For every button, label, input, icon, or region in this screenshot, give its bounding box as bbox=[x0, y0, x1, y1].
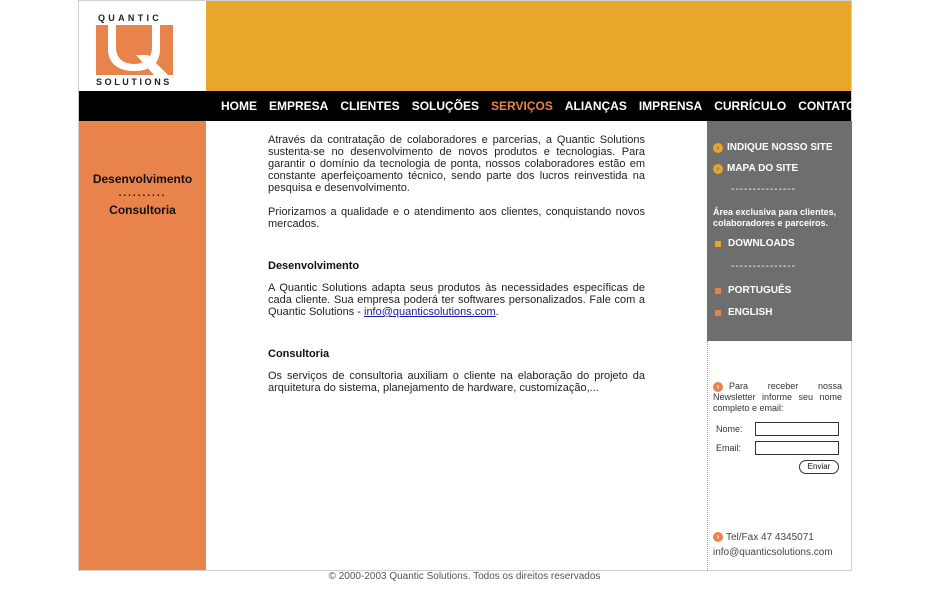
indique-nosso-site-link[interactable]: › INDIQUE NOSSO SITE bbox=[713, 142, 833, 153]
logo-q-icon bbox=[96, 25, 173, 75]
newsletter-email-input[interactable] bbox=[755, 441, 839, 455]
left-menu-consultoria[interactable]: Consultoria bbox=[79, 203, 206, 217]
section-title-desenvolvimento: Desenvolvimento bbox=[268, 260, 360, 272]
main-nav: HOME EMPRESA CLIENTES SOLUÇÕES SERVIÇOS ALIAN… bbox=[221, 91, 868, 121]
nav-item-home[interactable]: HOME bbox=[221, 99, 257, 113]
chevron-right-icon: › bbox=[713, 532, 723, 543]
english-link[interactable]: ENGLISH bbox=[713, 307, 772, 318]
nav-item-currículo[interactable]: CURRÍCULO bbox=[714, 99, 786, 113]
indique-label: INDIQUE NOSSO SITE bbox=[727, 142, 833, 153]
header-banner bbox=[206, 1, 851, 91]
downloads-link[interactable]: DOWNLOADS bbox=[713, 238, 795, 249]
nav-bar: HOME EMPRESA CLIENTES SOLUÇÕES SERVIÇOS ALIAN… bbox=[79, 91, 856, 121]
nav-item-alianças[interactable]: ALIANÇAS bbox=[565, 99, 627, 113]
right-separator: --------------- bbox=[731, 184, 796, 195]
portugues-label: PORTUGUÊS bbox=[728, 285, 792, 296]
left-menu-separator: .......... bbox=[118, 188, 167, 199]
chevron-right-icon: › bbox=[713, 381, 723, 392]
chevron-right-icon: › bbox=[713, 163, 723, 174]
nav-item-clientes[interactable]: CLIENTES bbox=[340, 99, 399, 113]
dotted-divider bbox=[707, 341, 708, 571]
newsletter-description: Para receber nossa Newsletter informe se… bbox=[713, 381, 842, 413]
english-label: ENGLISH bbox=[728, 307, 773, 318]
footer-copyright: © 2000-2003 Quantic Solutions. Todos os … bbox=[328, 571, 601, 582]
right-separator: --------------- bbox=[731, 261, 796, 272]
contact-email[interactable]: info@quanticsolutions.com bbox=[713, 545, 833, 560]
right-panel: › INDIQUE NOSSO SITE › MAPA DO SITE ----… bbox=[707, 121, 852, 341]
square-bullet-icon bbox=[715, 240, 721, 247]
contact-info: › Tel/Fax 47 4345071 info@quanticsolution… bbox=[713, 530, 833, 560]
contact-phone-row: › Tel/Fax 47 4345071 bbox=[713, 530, 833, 545]
left-sidebar: Desenvolvimento .......... Consultoria bbox=[79, 121, 206, 570]
info-email-link[interactable]: info@quanticsolutions.com bbox=[364, 306, 496, 318]
desenvolvimento-paragraph: A Quantic Solutions adapta seus produtos… bbox=[268, 282, 645, 318]
square-bullet-icon bbox=[715, 309, 721, 316]
nav-item-soluções[interactable]: SOLUÇÕES bbox=[412, 99, 479, 113]
downloads-label: DOWNLOADS bbox=[728, 238, 795, 249]
left-menu-desenvolvimento[interactable]: Desenvolvimento bbox=[79, 172, 206, 186]
newsletter-name-label: Nome: bbox=[716, 424, 743, 434]
contact-phone: Tel/Fax 47 4345071 bbox=[726, 532, 814, 543]
restricted-area-note: Área exclusiva para clientes, colaborado… bbox=[713, 207, 837, 228]
newsletter-text: › Para receber nossa Newsletter informe s… bbox=[713, 381, 842, 414]
mapa-do-site-link[interactable]: › MAPA DO SITE bbox=[713, 163, 798, 174]
portugues-link[interactable]: PORTUGUÊS bbox=[713, 285, 791, 296]
chevron-right-icon: › bbox=[713, 142, 723, 153]
section-title-consultoria: Consultoria bbox=[268, 348, 330, 360]
newsletter-send-button[interactable]: Enviar bbox=[799, 460, 839, 474]
intro-paragraph-1: Através da contratação de colaboradores … bbox=[268, 134, 645, 194]
page-frame: QUANTIC SOLUTIONS HOME EMPRESA CLIENTES SOL… bbox=[78, 0, 856, 571]
intro-paragraph-2: Priorizamos a qualidade e o atendimento … bbox=[268, 206, 645, 230]
desenvolvimento-text-end: . bbox=[495, 306, 499, 318]
square-bullet-icon bbox=[715, 287, 721, 294]
mapa-label: MAPA DO SITE bbox=[727, 163, 799, 174]
nav-item-empresa[interactable]: EMPRESA bbox=[269, 99, 328, 113]
newsletter-name-input[interactable] bbox=[755, 422, 839, 436]
consultoria-paragraph: Os serviços de consultoria auxiliam o cl… bbox=[268, 370, 645, 394]
logo[interactable]: QUANTIC SOLUTIONS bbox=[79, 1, 206, 91]
main-content: Através da contratação de colaboradores … bbox=[268, 134, 645, 406]
nav-item-contato[interactable]: CONTATO bbox=[798, 99, 855, 113]
logo-bottom-text: SOLUTIONS bbox=[96, 77, 172, 87]
nav-item-imprensa[interactable]: IMPRENSA bbox=[639, 99, 702, 113]
newsletter-email-label: Email: bbox=[716, 443, 742, 453]
logo-top-text: QUANTIC bbox=[98, 13, 163, 23]
nav-item-serviços[interactable]: SERVIÇOS bbox=[491, 99, 553, 113]
